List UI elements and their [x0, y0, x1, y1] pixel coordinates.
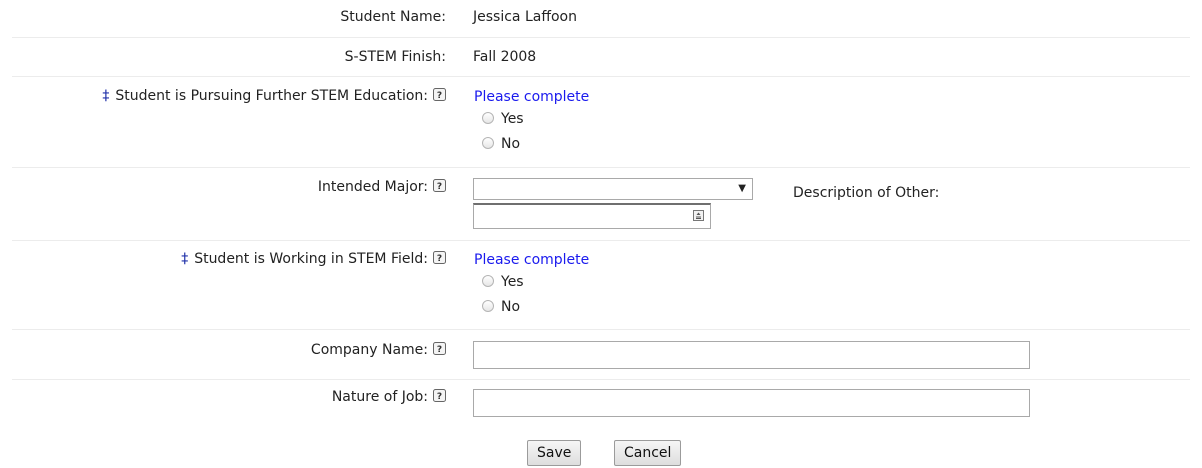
required-marker: ‡ [102, 88, 110, 104]
svg-text:?: ? [437, 91, 442, 101]
working-in-stem-label: Student is Working in STEM Field: [194, 251, 428, 267]
dropdown-arrow-icon: ▼ [738, 183, 746, 194]
question-help-icon[interactable]: ? [433, 389, 446, 402]
working-in-stem-options: Please complete Yes No [474, 250, 589, 320]
company-name-label-cell: Company Name:? [12, 342, 446, 358]
question-help-icon[interactable]: ? [433, 342, 446, 355]
company-name-input[interactable] [473, 341, 1030, 369]
further-education-row: ‡ Student is Pursuing Further STEM Educat… [12, 77, 1190, 168]
please-complete-prompt: Please complete [474, 252, 590, 268]
description-of-other-label: Description of Other: [793, 185, 940, 201]
radio-button[interactable] [482, 112, 494, 124]
radio-button[interactable] [482, 275, 494, 287]
radio-button[interactable] [482, 300, 494, 312]
sstem-finish-row: S-STEM Finish: Fall 2008 [12, 38, 1190, 77]
further-education-no-option[interactable]: No [474, 132, 589, 157]
nature-of-job-label-cell: Nature of Job:? [12, 389, 446, 405]
svg-text:?: ? [437, 392, 442, 402]
intended-major-row: Intended Major:? ▼ Description of Other: [12, 168, 1190, 241]
option-label: No [501, 299, 521, 315]
option-label: No [501, 136, 521, 152]
intended-major-label-cell: Intended Major:? [12, 179, 446, 195]
working-in-stem-row: ‡ Student is Working in STEM Field:? Plea… [12, 241, 1190, 330]
student-name-value: Jessica Laffoon [473, 9, 577, 25]
svg-text:?: ? [437, 182, 442, 192]
working-in-stem-yes-option[interactable]: Yes [474, 270, 589, 295]
intended-major-label: Intended Major: [317, 179, 428, 195]
nature-of-job-label: Nature of Job: [331, 389, 428, 405]
svg-text:?: ? [437, 345, 442, 355]
intended-major-select[interactable]: ▼ [473, 178, 753, 200]
company-name-label: Company Name: [310, 342, 428, 358]
option-label: Yes [501, 274, 524, 290]
radio-button[interactable] [482, 137, 494, 149]
sstem-finish-label: S-STEM Finish: [344, 49, 446, 65]
further-education-label-cell: ‡ Student is Pursuing Further STEM Educat… [12, 88, 446, 104]
question-help-icon[interactable]: ? [433, 88, 446, 101]
nature-of-job-row: Nature of Job:? [12, 380, 1190, 429]
working-in-stem-label-cell: ‡ Student is Working in STEM Field:? [12, 251, 446, 267]
further-education-options: Please complete Yes No [474, 87, 589, 157]
option-label: Yes [501, 111, 524, 127]
further-education-label: Student is Pursuing Further STEM Educati… [115, 88, 428, 104]
sstem-finish-value: Fall 2008 [473, 49, 537, 65]
nature-of-job-input[interactable] [473, 389, 1030, 417]
question-help-icon[interactable]: ? [433, 251, 446, 264]
required-marker: ‡ [181, 251, 189, 267]
further-education-yes-option[interactable]: Yes [474, 107, 589, 132]
expand-text-icon[interactable] [693, 210, 704, 221]
cancel-button[interactable]: Cancel [614, 440, 682, 466]
company-name-row: Company Name:? [12, 330, 1190, 380]
svg-text:?: ? [437, 254, 442, 264]
please-complete-prompt: Please complete [474, 89, 590, 105]
question-help-icon[interactable]: ? [433, 179, 446, 192]
description-of-other-input[interactable] [473, 203, 711, 229]
student-name-label: Student Name: [340, 9, 446, 25]
save-button[interactable]: Save [527, 440, 582, 466]
working-in-stem-no-option[interactable]: No [474, 295, 589, 320]
student-name-row: Student Name: Jessica Laffoon [12, 0, 1190, 38]
